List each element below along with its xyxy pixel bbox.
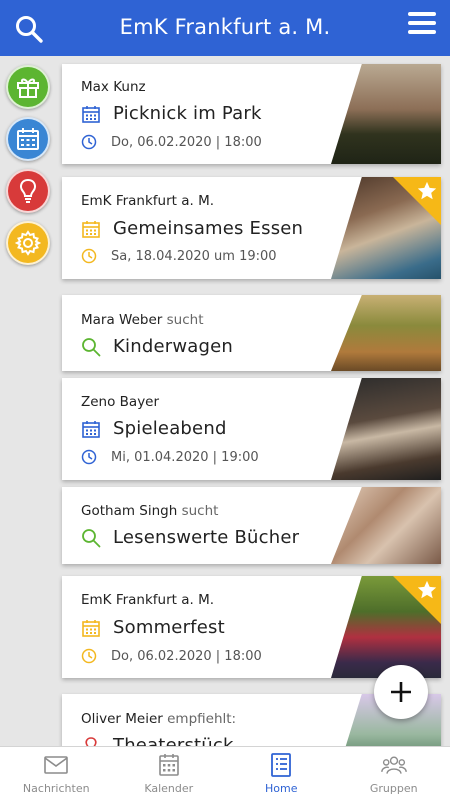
card-author: Max Kunz	[81, 79, 146, 95]
card-title-row: Kinderwagen	[81, 336, 233, 357]
card-author: Zeno Bayer	[81, 394, 160, 410]
card-title-row: Gemeinsames Essen	[81, 218, 303, 239]
nav-label: Nachrichten	[22, 782, 90, 795]
nav-label: Kalender	[144, 782, 194, 795]
clock-icon	[81, 134, 97, 150]
gift-icon	[17, 78, 39, 98]
clock-icon	[81, 648, 97, 664]
nav-item-gruppen[interactable]: Gruppen	[338, 747, 450, 800]
card-author: EmK Frankfurt a. M.	[81, 193, 215, 209]
card-image	[331, 487, 441, 564]
card-date: Sa, 18.04.2020 um 19:00	[81, 248, 277, 264]
search-icon	[81, 528, 101, 548]
bottom-navigation: Nachrichten Kalender Home Gruppen	[0, 746, 450, 800]
calendar-icon	[81, 219, 101, 239]
app-header: EmK Frankfurt a. M.	[0, 0, 450, 56]
group-icon	[380, 756, 407, 774]
clock-icon	[81, 248, 97, 264]
calendar-icon	[81, 618, 101, 638]
mail-icon	[44, 756, 69, 774]
card-title-row: Sommerfest	[81, 617, 225, 638]
plus-icon	[391, 682, 411, 702]
calendar-icon	[81, 104, 101, 124]
card-date: Mi, 01.04.2020 | 19:00	[81, 449, 259, 465]
feed-card[interactable]: EmK Frankfurt a. M. Sommerfest Do, 06.02…	[62, 576, 441, 678]
nav-label: Gruppen	[369, 782, 418, 795]
card-image	[331, 378, 441, 480]
gear-icon	[15, 230, 41, 256]
idea-button[interactable]	[6, 169, 50, 213]
card-title-row: Picknick im Park	[81, 103, 262, 124]
calendar-icon	[81, 419, 101, 439]
nav-item-nachrichten[interactable]: Nachrichten	[0, 747, 113, 800]
hamburger-menu-icon[interactable]	[408, 12, 436, 40]
card-title-row: Spieleabend	[81, 418, 227, 439]
card-author: Mara Weber sucht	[81, 312, 204, 328]
nav-label: Home	[265, 782, 298, 795]
add-button[interactable]	[374, 665, 428, 719]
list-icon	[271, 753, 292, 777]
card-author: EmK Frankfurt a. M.	[81, 592, 215, 608]
card-title: Picknick im Park	[113, 103, 262, 124]
card-title: Gemeinsames Essen	[113, 218, 304, 239]
calendar-icon	[17, 128, 39, 150]
card-author: Oliver Meier empfiehlt:	[81, 711, 237, 727]
card-title: Kinderwagen	[113, 336, 233, 357]
nav-item-home[interactable]: Home	[225, 747, 338, 800]
star-icon	[417, 181, 437, 200]
nav-item-kalender[interactable]: Kalender	[113, 747, 226, 800]
feed-card[interactable]: Gotham Singh sucht Lesenswerte Bücher	[62, 487, 441, 564]
star-icon	[417, 580, 437, 599]
calendar-icon	[158, 754, 179, 776]
card-date: Do, 06.02.2020 | 18:00	[81, 134, 262, 150]
settings-button[interactable]	[6, 221, 50, 265]
card-title: Sommerfest	[113, 617, 225, 638]
card-title: Spieleabend	[113, 418, 227, 439]
card-title-row: Lesenswerte Bücher	[81, 527, 299, 548]
feed-card[interactable]: Mara Weber sucht Kinderwagen	[62, 295, 441, 371]
feed-card[interactable]: Zeno Bayer Spieleabend Mi, 01.04.2020 | …	[62, 378, 441, 480]
calendar-button[interactable]	[6, 117, 50, 161]
search-icon	[81, 337, 101, 357]
header-title: EmK Frankfurt a. M.	[119, 15, 331, 39]
gift-button[interactable]	[6, 65, 50, 109]
lightbulb-icon	[20, 178, 36, 203]
card-author: Gotham Singh sucht	[81, 503, 219, 519]
card-title: Lesenswerte Bücher	[113, 527, 300, 548]
feed-card[interactable]: EmK Frankfurt a. M. Gemeinsames Essen Sa…	[62, 177, 441, 279]
clock-icon	[81, 449, 97, 465]
feed-card[interactable]: Max Kunz Picknick im Park Do, 06.02.2020…	[62, 64, 441, 164]
card-date: Do, 06.02.2020 | 18:00	[81, 648, 262, 664]
card-image	[331, 64, 441, 164]
card-image	[331, 295, 441, 371]
